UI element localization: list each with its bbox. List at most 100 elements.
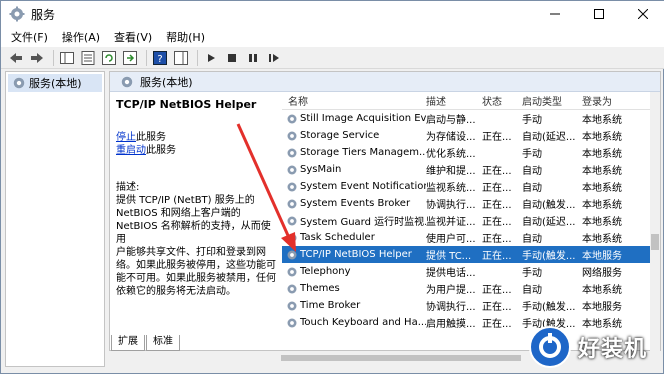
description-line: NetBIOS 名称解析的支持，从而使用 (116, 221, 271, 245)
menu-help[interactable]: 帮助(H) (166, 29, 205, 45)
service-logon-cell: 本地系统 (582, 166, 622, 177)
pause-service-button[interactable] (244, 49, 262, 67)
menu-action[interactable]: 操作(A) (62, 29, 100, 45)
forward-button[interactable] (28, 49, 46, 67)
service-row[interactable]: System Guard 运行时监视... 监视并证... 正在... 自动(延迟..… (282, 212, 650, 229)
service-row[interactable]: Themes 为用户提... 正在... 自动 本地系统 (282, 280, 650, 297)
window-title: 服务 (31, 7, 56, 22)
stop-service-button[interactable] (223, 49, 241, 67)
stop-icon (228, 53, 236, 62)
toolbar-separator (53, 49, 54, 66)
service-row[interactable]: Time Broker 协调执行... 正在... 手动(触发... 本地服务 (282, 297, 650, 314)
service-logon-cell: 本地系统 (582, 234, 622, 245)
service-gear-icon (287, 165, 297, 174)
description-line: 户能够共享文件、打印和登录到网 (116, 247, 266, 258)
show-action-pane-button[interactable] (172, 49, 190, 67)
restart-service-button[interactable] (265, 49, 283, 67)
service-status-cell: 正在... (482, 217, 512, 228)
service-row[interactable]: Storage Service 为存储设... 正在... 自动(延迟... 本地系统 (282, 127, 650, 144)
refresh-button[interactable] (100, 49, 118, 67)
service-gear-icon (287, 284, 297, 293)
export-list-button[interactable] (121, 49, 139, 67)
back-button[interactable] (7, 49, 25, 67)
toolbar: ? (1, 47, 664, 69)
services-list: 名称 描述 状态 启动类型 登录为 Still Image Acquisitio… (282, 92, 650, 352)
play-icon (208, 53, 215, 62)
service-name-cell: Touch Keyboard and Ha... (282, 317, 426, 329)
service-name: Themes (300, 283, 340, 294)
restart-service-link[interactable]: 重启动 (116, 145, 146, 156)
service-row[interactable]: System Event Notification... 监视系统... 正在...… (282, 178, 650, 195)
stop-service-link[interactable]: 停止 (116, 132, 136, 143)
service-name: Touch Keyboard and Ha... (300, 317, 426, 328)
service-row[interactable]: Storage Tiers Managem... 优化系统... 手动 本地系统 (282, 144, 650, 161)
service-row[interactable]: SysMain 维护和提... 正在... 自动 本地系统 (282, 161, 650, 178)
service-description-cell: 提供 TC... (426, 251, 472, 262)
service-name-cell: Storage Service (282, 130, 426, 142)
maximize-button[interactable] (577, 1, 621, 27)
vertical-scrollbar[interactable] (650, 92, 660, 352)
action-pane-icon (174, 50, 188, 65)
service-name-cell: Telephony (282, 266, 426, 278)
column-header-status[interactable]: 状态 (482, 93, 522, 108)
column-header-startup-type[interactable]: 启动类型 (522, 93, 582, 108)
service-description-panel: TCP/IP NetBIOS Helper 停止此服务 重启动此服务 描述: 提… (116, 98, 278, 348)
title-bar: 服务 (1, 1, 664, 27)
service-name: SysMain (300, 164, 342, 175)
service-description-cell: 为用户提... (426, 285, 476, 296)
tab-standard[interactable]: 标准 (146, 335, 180, 351)
view-tabs: 扩展 标准 (111, 335, 181, 351)
service-name-cell: SysMain (282, 164, 426, 176)
watermark: 好装机 (528, 320, 664, 374)
console-tree: 服务(本地) (5, 71, 105, 367)
service-logon-cell: 本地系统 (582, 149, 622, 160)
service-name-cell: Task Scheduler (282, 232, 426, 244)
watermark-text: 好装机 (578, 337, 648, 362)
minimize-icon (550, 13, 560, 15)
column-header-name[interactable]: 名称 (282, 93, 426, 108)
service-startup-cell: 自动 (522, 234, 542, 245)
export-icon (123, 50, 137, 65)
service-logon-cell: 本地服务 (582, 302, 622, 313)
tab-extended[interactable]: 扩展 (111, 335, 145, 351)
service-description-cell: 协调执行... (426, 302, 476, 313)
close-button[interactable] (621, 1, 664, 27)
column-header-log-on-as[interactable]: 登录为 (582, 93, 642, 108)
restart-service-suffix: 此服务 (146, 145, 176, 156)
service-row[interactable]: Telephony 提供电话... 手动 网络服务 (282, 263, 650, 280)
service-row[interactable]: TCP/IP NetBIOS Helper 提供 TC... 正在... 手动(触发.… (282, 246, 650, 263)
menu-view[interactable]: 查看(V) (114, 29, 152, 45)
service-row[interactable]: Task Scheduler 使用户可... 正在... 自动 本地系统 (282, 229, 650, 246)
service-gear-icon (287, 131, 297, 140)
service-startup-cell: 手动(触发... (522, 302, 576, 313)
minimize-button[interactable] (533, 1, 577, 27)
service-startup-cell: 手动 (522, 149, 542, 160)
service-status-cell: 正在... (482, 302, 512, 313)
properties-button[interactable] (79, 49, 97, 67)
start-service-button[interactable] (202, 49, 220, 67)
service-startup-cell: 自动(延迟... (522, 132, 576, 143)
service-row[interactable]: Still Image Acquisition Ev... 启动与静... 手动 本地… (282, 110, 650, 127)
menu-file[interactable]: 文件(F) (11, 29, 48, 45)
service-startup-cell: 自动(触发... (522, 200, 576, 211)
service-row[interactable]: System Events Broker 协调执行... 正在... 自动(触发...… (282, 195, 650, 212)
maximize-icon (594, 9, 604, 19)
console-tree-icon (60, 51, 74, 64)
horizontal-scroll-thumb[interactable] (281, 355, 521, 361)
watermark-logo-icon (529, 326, 571, 368)
help-button[interactable]: ? (151, 49, 169, 67)
service-description-cell: 使用户可... (426, 234, 476, 245)
svg-text:?: ? (157, 54, 162, 65)
service-name-cell: System Event Notification... (282, 181, 426, 193)
show-hide-console-tree-button[interactable] (58, 49, 76, 67)
column-header-description[interactable]: 描述 (426, 93, 482, 108)
vertical-scroll-thumb[interactable] (651, 234, 659, 250)
services-gear-icon (13, 77, 25, 89)
description-line: NetBIOS 和网络上客户端的 (116, 208, 241, 219)
service-name: Task Scheduler (300, 232, 375, 243)
service-name-cell: TCP/IP NetBIOS Helper (282, 249, 426, 261)
tree-node-services-local[interactable]: 服务(本地) (8, 74, 102, 92)
services-gear-icon (121, 76, 133, 87)
service-status-cell: 正在... (482, 251, 512, 262)
service-name: Telephony (300, 266, 351, 277)
